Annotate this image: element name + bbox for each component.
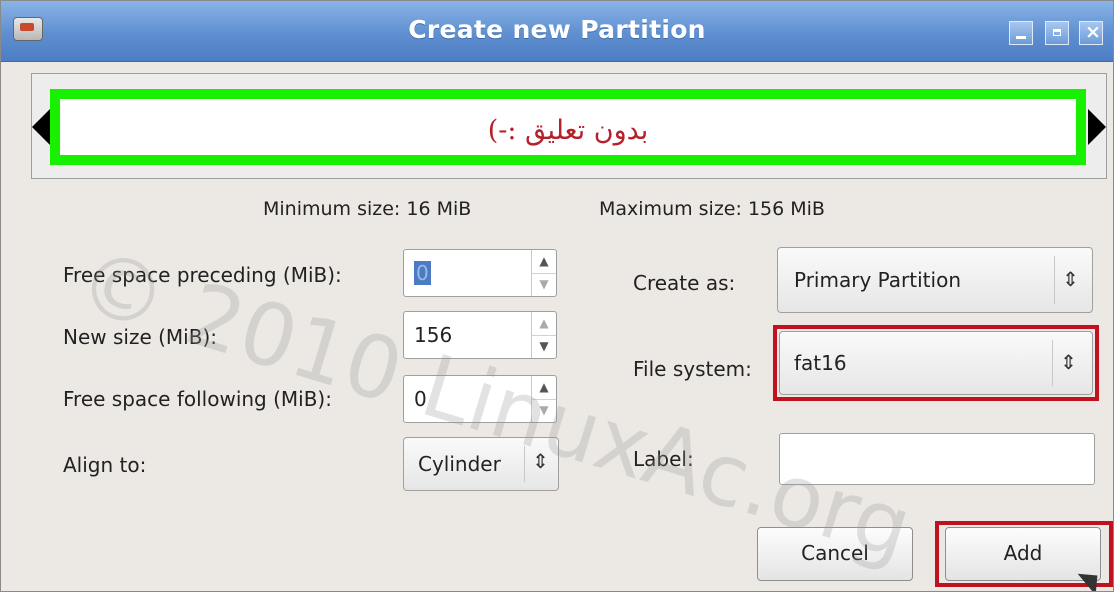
- partition-block[interactable]: بدون تعليق :-): [50, 89, 1086, 165]
- create-as-label: Create as:: [633, 271, 736, 295]
- mouse-cursor-icon: [1077, 564, 1107, 591]
- free-space-following-spinner[interactable]: 0 ▲ ▼: [403, 375, 557, 423]
- label-input[interactable]: [779, 433, 1095, 485]
- align-to-label: Align to:: [63, 453, 147, 477]
- create-as-value: Primary Partition: [794, 268, 961, 292]
- chevron-up-down-icon: ⇕: [1062, 267, 1079, 291]
- chevron-up-down-icon: ⇕: [532, 449, 549, 473]
- file-system-value: fat16: [794, 351, 847, 375]
- file-system-label: File system:: [633, 357, 752, 381]
- new-size-label: New size (MiB):: [63, 325, 217, 349]
- label-field-label: Label:: [633, 447, 694, 471]
- align-to-value: Cylinder: [418, 452, 501, 476]
- combo-separator: [1054, 256, 1055, 304]
- right-resize-handle[interactable]: [1088, 109, 1106, 145]
- maximize-button[interactable]: [1045, 21, 1069, 45]
- spinner-arrows[interactable]: ▲ ▼: [531, 312, 556, 358]
- free-space-following-label: Free space following (MiB):: [63, 387, 332, 411]
- left-resize-handle[interactable]: [32, 109, 50, 145]
- spinner-arrows[interactable]: ▲ ▼: [531, 376, 556, 422]
- increment-icon[interactable]: ▲: [532, 376, 556, 400]
- increment-icon[interactable]: ▲: [532, 250, 556, 274]
- add-button-label: Add: [1003, 541, 1043, 565]
- minimize-button[interactable]: [1009, 21, 1033, 45]
- partition-caption: بدون تعليق :-): [487, 115, 649, 146]
- spinner-arrows[interactable]: ▲ ▼: [531, 250, 556, 296]
- cancel-button[interactable]: Cancel: [757, 527, 913, 581]
- window-title: Create new Partition: [408, 15, 706, 44]
- combo-separator: [524, 446, 525, 482]
- chevron-up-down-icon: ⇕: [1060, 350, 1077, 374]
- free-space-following-value[interactable]: 0: [414, 387, 427, 411]
- title-bar[interactable]: Create new Partition: [1, 1, 1113, 62]
- partition-resizer[interactable]: بدون تعليق :-): [31, 73, 1107, 179]
- align-to-combo[interactable]: Cylinder ⇕: [403, 437, 559, 491]
- maximum-size-label: Maximum size: 156 MiB: [599, 198, 825, 220]
- cancel-button-label: Cancel: [801, 541, 869, 565]
- increment-icon[interactable]: ▲: [532, 312, 556, 336]
- free-space-preceding-value[interactable]: 0: [414, 261, 431, 285]
- minimum-size-label: Minimum size: 16 MiB: [263, 198, 472, 220]
- combo-separator: [1052, 340, 1053, 386]
- decrement-icon[interactable]: ▼: [532, 399, 556, 422]
- new-size-value[interactable]: 156: [414, 323, 452, 347]
- file-system-combo[interactable]: fat16 ⇕: [779, 331, 1093, 395]
- create-as-combo[interactable]: Primary Partition ⇕: [777, 247, 1093, 313]
- free-space-preceding-label: Free space preceding (MiB):: [63, 263, 342, 287]
- close-button[interactable]: [1079, 21, 1103, 45]
- free-space-preceding-spinner[interactable]: 0 ▲ ▼: [403, 249, 557, 297]
- decrement-icon[interactable]: ▼: [532, 335, 556, 358]
- create-partition-dialog: Create new Partition بدون تعليق :-) Mini…: [0, 0, 1114, 592]
- new-size-spinner[interactable]: 156 ▲ ▼: [403, 311, 557, 359]
- decrement-icon[interactable]: ▼: [532, 273, 556, 296]
